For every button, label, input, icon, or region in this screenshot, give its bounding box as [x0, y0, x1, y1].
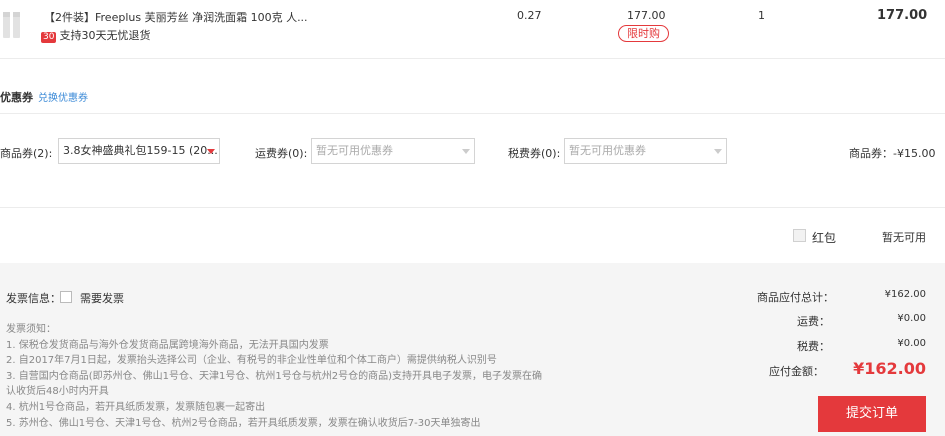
invoice-note: 发票须知：	[6, 324, 56, 335]
return-policy: 30 支持30天无忧退货	[41, 27, 150, 43]
chevron-down-icon	[207, 149, 215, 154]
product-thumbnail[interactable]	[0, 6, 30, 42]
invoice-note: 认收货后48小时内开具	[6, 386, 109, 398]
red-packet-checkbox[interactable]	[793, 229, 806, 242]
divider	[0, 113, 945, 114]
shipping-fee-value: ¥0.00	[897, 313, 926, 324]
product-quantity: 1	[758, 9, 765, 22]
red-packet-label: 红包	[812, 231, 837, 245]
product-name[interactable]: 【2件装】Freeplus 芙丽芳丝 净润洗面霜 100克 人...	[44, 9, 308, 25]
tax-coupon-label: 税费券(0):	[508, 147, 561, 160]
invoice-note: 5. 苏州仓、佛山1号仓、天津1号仓、杭州2号仓商品，若开具纸质发票，发票在确认…	[6, 417, 481, 429]
return-badge: 30	[41, 32, 57, 43]
invoice-note: 3. 自营国内仓商品(即苏州仓、佛山1号仓、天津1号仓、杭州1号仓与杭州2号仓的…	[6, 370, 542, 382]
amount-due-value: ¥162.00	[853, 359, 926, 378]
return-policy-text: 支持30天无忧退货	[59, 29, 151, 42]
goods-coupon-select[interactable]: 3.8女神盛典礼包159-15 (20...	[58, 138, 220, 164]
tax-fee-value: ¥0.00	[897, 338, 926, 349]
goods-coupon-value: 3.8女神盛典礼包159-15 (20...	[63, 144, 218, 157]
shipping-coupon-select[interactable]: 暂无可用优惠券	[311, 138, 475, 164]
invoice-label: 发票信息：	[6, 292, 61, 305]
shipping-coupon-value: 暂无可用优惠券	[316, 144, 393, 157]
invoice-notes: 发票须知： 1. 保税仓发货商品与海外仓发货商品属跨境海外商品，无法开具国内发票…	[6, 322, 586, 431]
coupon-discount-summary: 商品券：-¥15.00	[849, 147, 936, 160]
limited-time-tag: 限时购	[618, 25, 669, 42]
shipping-fee-label: 运费：	[797, 315, 830, 328]
amount-due-label: 应付金额：	[769, 365, 824, 378]
tax-coupon-select[interactable]: 暂无可用优惠券	[564, 138, 727, 164]
shipping-coupon-label: 运费券(0):	[255, 147, 308, 160]
chevron-down-icon	[714, 149, 722, 154]
product-tax: 0.27	[517, 9, 542, 22]
submit-order-button[interactable]: 提交订单	[818, 396, 926, 432]
goods-coupon-label: 商品券(2):	[0, 147, 53, 160]
chevron-down-icon	[462, 149, 470, 154]
product-subtotal: 177.00	[877, 8, 928, 23]
goods-total-value: ¥162.00	[884, 289, 926, 300]
invoice-note: 1. 保税仓发货商品与海外仓发货商品属跨境海外商品，无法开具国内发票	[6, 339, 329, 351]
product-price: 177.00	[627, 9, 666, 22]
divider	[0, 58, 945, 59]
goods-total-label: 商品应付总计：	[757, 291, 834, 304]
tax-coupon-value: 暂无可用优惠券	[569, 144, 646, 157]
red-packet-status: 暂无可用	[882, 231, 926, 244]
coupon-section-title: 优惠券	[0, 91, 33, 104]
invoice-note: 2. 自2017年7月1日起，发票抬头选择公司（企业、有税号的非企业性单位和个体…	[6, 355, 497, 367]
divider	[0, 207, 945, 208]
exchange-coupon-link[interactable]: 兑换优惠券	[38, 89, 88, 104]
need-invoice-checkbox[interactable]	[60, 291, 72, 303]
tax-fee-label: 税费：	[797, 340, 830, 353]
need-invoice-label[interactable]: 需要发票	[80, 290, 124, 306]
invoice-note: 4. 杭州1号仓商品，若开具纸质发票，发票随包裹一起寄出	[6, 401, 266, 413]
